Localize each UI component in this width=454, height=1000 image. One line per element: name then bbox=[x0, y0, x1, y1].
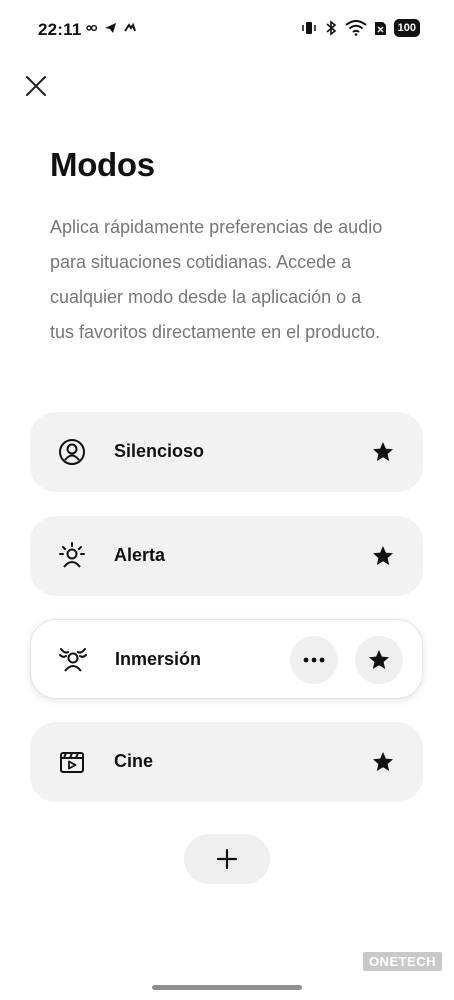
plus-icon bbox=[216, 848, 238, 870]
battery-indicator: 100 bbox=[393, 19, 420, 37]
mode-card-silencioso[interactable]: Silencioso bbox=[30, 412, 423, 492]
more-horizontal-icon bbox=[303, 657, 325, 663]
mode-card-cine[interactable]: Cine bbox=[30, 722, 423, 802]
mode-label: Alerta bbox=[114, 545, 166, 565]
app-notification-icon bbox=[124, 23, 136, 32]
notification-dot-icon bbox=[86, 24, 98, 32]
notification-icons bbox=[86, 22, 137, 34]
mode-card-alerta[interactable]: Alerta bbox=[30, 516, 423, 596]
favorite-button[interactable] bbox=[355, 636, 403, 684]
wifi-icon bbox=[345, 20, 367, 36]
page-title: Modos bbox=[50, 146, 155, 183]
close-button[interactable] bbox=[20, 70, 52, 102]
star-icon bbox=[369, 650, 389, 669]
favorite-button[interactable] bbox=[367, 540, 399, 572]
status-time: 22:11 bbox=[38, 20, 82, 39]
mode-card-inmersion[interactable]: Inmersión bbox=[30, 619, 423, 699]
add-mode-button[interactable] bbox=[184, 834, 270, 884]
watermark: ONETECH bbox=[362, 952, 442, 971]
home-indicator[interactable] bbox=[152, 985, 302, 990]
favorite-button[interactable] bbox=[367, 436, 399, 468]
more-options-button[interactable] bbox=[290, 636, 338, 684]
person-circle-icon bbox=[59, 439, 85, 465]
mode-label: Silencioso bbox=[114, 441, 205, 461]
telegram-icon bbox=[105, 23, 116, 33]
mode-label: Cine bbox=[114, 751, 154, 771]
bluetooth-icon bbox=[326, 20, 336, 36]
star-icon bbox=[373, 442, 393, 461]
favorite-button[interactable] bbox=[367, 746, 399, 778]
star-icon bbox=[373, 546, 393, 565]
clapperboard-icon bbox=[60, 752, 84, 773]
status-bar: 22:11 100 bbox=[0, 0, 454, 56]
page-description: Aplica rápidamente preferencias de audio… bbox=[50, 217, 383, 342]
person-alert-icon bbox=[59, 542, 85, 568]
person-immersion-icon bbox=[59, 648, 87, 672]
star-icon bbox=[373, 752, 393, 771]
sim-icon bbox=[374, 22, 386, 35]
close-icon bbox=[26, 76, 46, 96]
vibrate-icon bbox=[301, 22, 316, 34]
system-icons: 100 bbox=[301, 19, 420, 37]
mode-label: Inmersión bbox=[115, 649, 202, 669]
